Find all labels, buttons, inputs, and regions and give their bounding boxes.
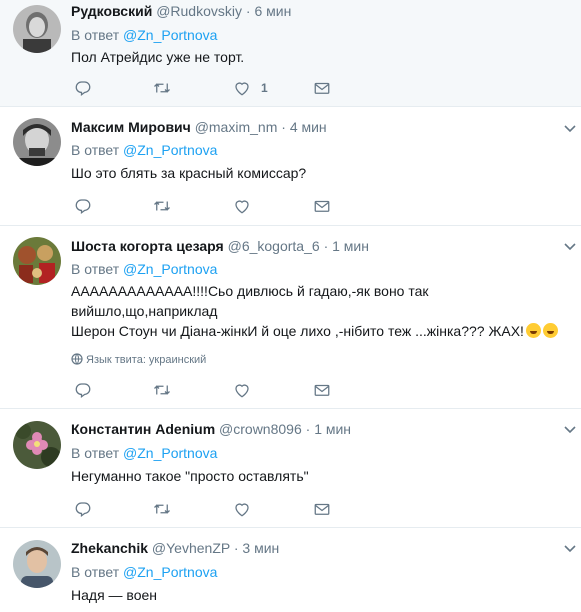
reply-prefix: В ответ <box>71 27 120 43</box>
tweet[interactable]: Константин Adenium @crown8096 · 1 мин В … <box>0 409 581 528</box>
reply-prefix: В ответ <box>71 445 120 461</box>
tweet[interactable]: Рудковский @Rudkovskiy · 6 мин В ответ @… <box>0 0 581 107</box>
envelope-icon[interactable] <box>313 197 331 217</box>
reply-feed: Рудковский @Rudkovskiy · 6 мин В ответ @… <box>0 0 581 612</box>
tweet-text: Пол Атрейдис уже не торт. <box>71 49 245 65</box>
author-name[interactable]: Zhekanchik <box>71 540 148 556</box>
globe-icon <box>71 353 83 365</box>
laughing-emoji-icon <box>525 323 541 338</box>
laughing-emoji-icon <box>542 323 558 338</box>
timestamp[interactable]: 3 мин <box>242 540 279 556</box>
author-handle[interactable]: @crown8096 <box>219 421 302 437</box>
tweet-text: ААААААААААААА!!!!Сьо дивлюсь й гадаю,-як… <box>71 281 571 341</box>
reply-mention-link[interactable]: @Zn_Portnova <box>123 261 217 277</box>
chevron-down-icon[interactable] <box>563 124 577 134</box>
reply-mention-link[interactable]: @Zn_Portnova <box>123 142 217 158</box>
author-handle[interactable]: @Rudkovskiy <box>156 3 242 19</box>
timestamp[interactable]: 1 мин <box>314 421 351 437</box>
chevron-down-icon[interactable] <box>563 544 577 554</box>
reply-icon[interactable] <box>74 381 92 401</box>
tweet-text: Шо это блять за красный комиссар? <box>71 165 307 181</box>
tweet-actions <box>71 197 401 217</box>
heart-icon[interactable] <box>233 500 251 520</box>
tweet-text-line: ААААААААААААА!!!!Сьо дивлюсь й гадаю,-як… <box>71 283 429 319</box>
avatar[interactable] <box>13 540 61 588</box>
separator-dot: · <box>323 238 329 254</box>
envelope-icon[interactable] <box>313 381 331 401</box>
heart-icon[interactable] <box>233 79 251 99</box>
retweet-icon[interactable] <box>152 381 172 401</box>
retweet-icon[interactable] <box>152 197 172 217</box>
tweet-text: Негуманно такое "просто оставлять" <box>71 468 309 484</box>
author-name[interactable]: Максим Мирович <box>71 119 191 135</box>
reply-icon[interactable] <box>74 500 92 520</box>
avatar[interactable] <box>13 5 61 53</box>
tweet-actions <box>71 381 401 401</box>
separator-dot: · <box>245 3 251 19</box>
tweet[interactable]: Zhekanchik @YevhenZP · 3 мин В ответ @Zn… <box>0 528 581 612</box>
envelope-icon[interactable] <box>313 500 331 520</box>
reply-icon[interactable] <box>74 197 92 217</box>
heart-icon[interactable] <box>233 381 251 401</box>
separator-dot: · <box>305 421 311 437</box>
avatar[interactable] <box>13 237 61 285</box>
tweet[interactable]: Максим Мирович @maxim_nm · 4 мин В ответ… <box>0 107 581 226</box>
avatar[interactable] <box>13 118 61 166</box>
tweet-text-line: Шерон Стоун чи Діана-жінкИ й оце лихо ,-… <box>71 323 524 339</box>
reply-mention-link[interactable]: @Zn_Portnova <box>123 445 217 461</box>
envelope-icon[interactable] <box>313 79 331 99</box>
author-handle[interactable]: @6_kogorta_6 <box>228 238 320 254</box>
avatar[interactable] <box>13 421 61 469</box>
chevron-down-icon[interactable] <box>563 242 577 252</box>
timestamp[interactable]: 4 мин <box>290 119 327 135</box>
author-handle[interactable]: @maxim_nm <box>195 119 278 135</box>
reply-prefix: В ответ <box>71 564 120 580</box>
reply-prefix: В ответ <box>71 261 120 277</box>
author-name[interactable]: Константин Adenium <box>71 421 215 437</box>
reply-mention-link[interactable]: @Zn_Portnova <box>123 564 217 580</box>
author-handle[interactable]: @YevhenZP <box>152 540 230 556</box>
separator-dot: · <box>233 540 239 556</box>
tweet-actions <box>71 500 401 520</box>
tweet-actions: 1 <box>71 79 401 99</box>
tweet-text: Надя — воен <box>71 587 158 603</box>
tweet[interactable]: Шоста когорта цезаря @6_kogorta_6 · 1 ми… <box>0 226 581 409</box>
retweet-icon[interactable] <box>152 79 172 99</box>
retweet-icon[interactable] <box>152 500 172 520</box>
timestamp[interactable]: 1 мин <box>332 238 369 254</box>
reply-prefix: В ответ <box>71 142 120 158</box>
heart-icon[interactable] <box>233 197 251 217</box>
timestamp[interactable]: 6 мин <box>254 3 291 19</box>
tweet-language-label: Язык твита: украинский <box>86 354 207 366</box>
author-name[interactable]: Шоста когорта цезаря <box>71 238 224 254</box>
like-count: 1 <box>261 81 268 95</box>
reply-icon[interactable] <box>74 79 92 99</box>
reply-mention-link[interactable]: @Zn_Portnova <box>123 27 217 43</box>
author-name[interactable]: Рудковский <box>71 3 152 19</box>
separator-dot: · <box>281 119 286 135</box>
chevron-down-icon[interactable] <box>563 425 577 435</box>
tweet-language[interactable]: Язык твита: украинский <box>71 353 206 367</box>
